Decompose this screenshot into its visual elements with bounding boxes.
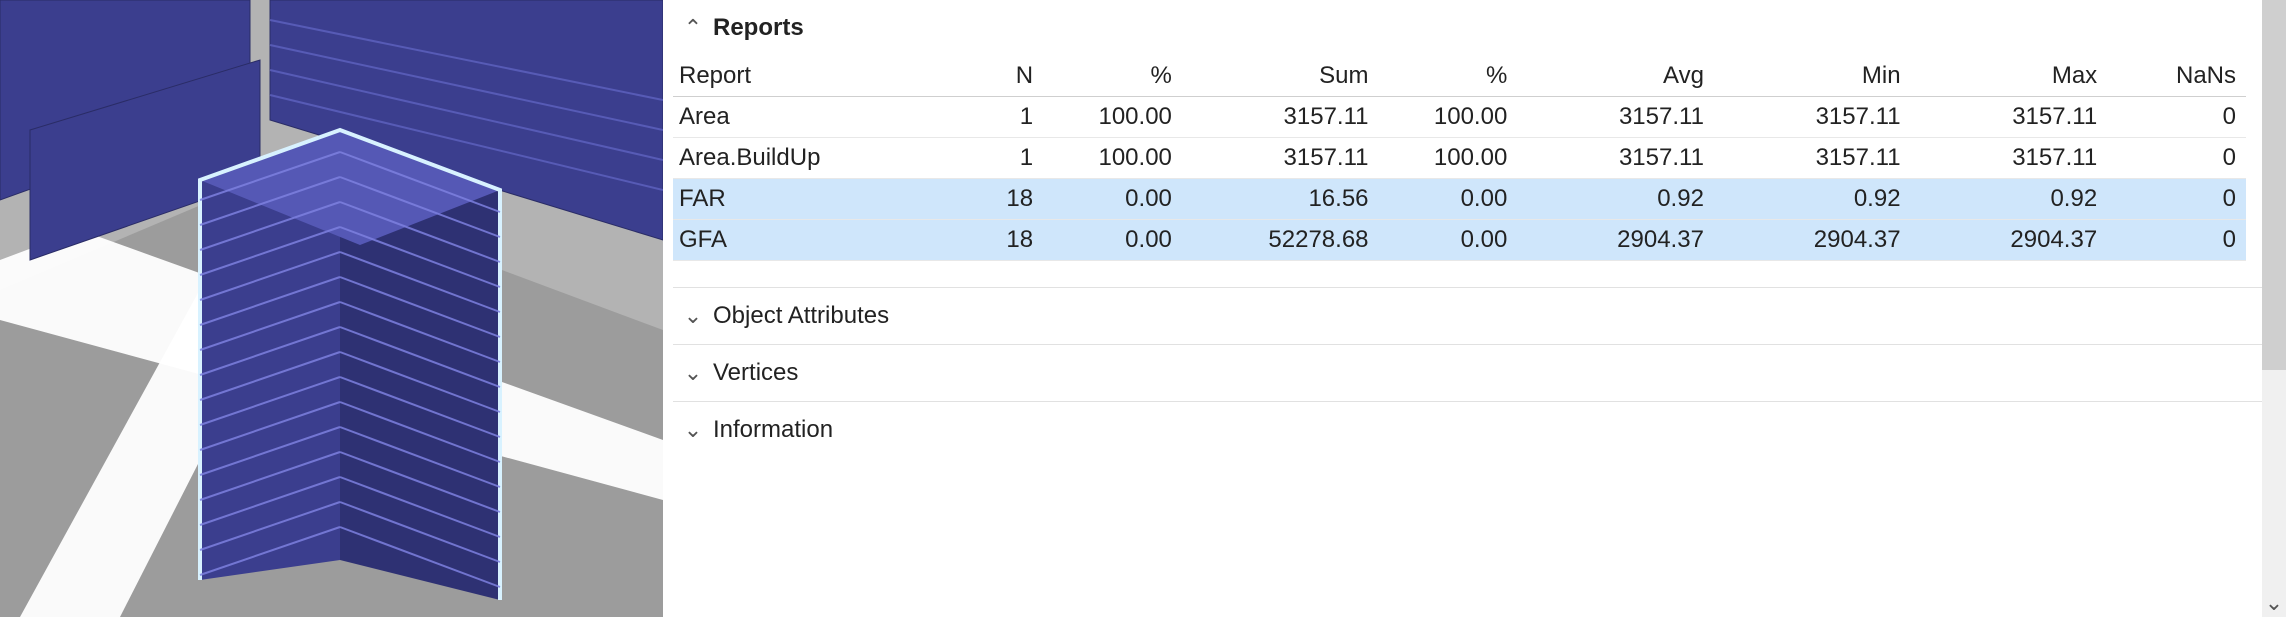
cell-pct2: 100.00 xyxy=(1379,97,1518,138)
cell-sum: 52278.68 xyxy=(1182,220,1379,261)
cell-report: GFA xyxy=(673,220,939,261)
col-pct2[interactable]: % xyxy=(1379,56,1518,97)
section-title-reports: Reports xyxy=(713,14,804,42)
section-header-object-attributes[interactable]: ⌄ Object Attributes xyxy=(673,288,2286,344)
cell-min: 3157.11 xyxy=(1714,97,1911,138)
table-row[interactable]: GFA180.0052278.680.002904.372904.372904.… xyxy=(673,220,2246,261)
section-information: ⌄ Information xyxy=(673,402,2286,458)
col-report[interactable]: Report xyxy=(673,56,939,97)
section-title-vertices: Vertices xyxy=(713,359,798,387)
cell-max: 2904.37 xyxy=(1911,220,2108,261)
panel-scrollbar[interactable]: ⌄ xyxy=(2262,0,2286,617)
reports-table: Report N % Sum % Avg Min Max NaNs Area11… xyxy=(673,56,2246,261)
cell-pct1: 0.00 xyxy=(1043,220,1182,261)
cell-nans: 0 xyxy=(2107,179,2246,220)
col-n[interactable]: N xyxy=(939,56,1043,97)
selected-building xyxy=(200,130,500,600)
col-pct1[interactable]: % xyxy=(1043,56,1182,97)
section-title-object-attributes: Object Attributes xyxy=(713,302,889,330)
cell-min: 0.92 xyxy=(1714,179,1911,220)
chevron-down-icon: ⌄ xyxy=(679,360,707,386)
cell-max: 3157.11 xyxy=(1911,138,2108,179)
col-max[interactable]: Max xyxy=(1911,56,2108,97)
cell-n: 1 xyxy=(939,138,1043,179)
viewport-3d[interactable] xyxy=(0,0,663,617)
cell-avg: 0.92 xyxy=(1517,179,1714,220)
cell-avg: 2904.37 xyxy=(1517,220,1714,261)
cell-nans: 0 xyxy=(2107,138,2246,179)
cell-pct1: 100.00 xyxy=(1043,138,1182,179)
section-object-attributes: ⌄ Object Attributes xyxy=(673,288,2286,345)
col-avg[interactable]: Avg xyxy=(1517,56,1714,97)
section-vertices: ⌄ Vertices xyxy=(673,345,2286,402)
col-min[interactable]: Min xyxy=(1714,56,1911,97)
chevron-up-icon: ⌃ xyxy=(679,15,707,41)
cell-report: FAR xyxy=(673,179,939,220)
cell-sum: 16.56 xyxy=(1182,179,1379,220)
cell-min: 3157.11 xyxy=(1714,138,1911,179)
chevron-down-icon: ⌄ xyxy=(679,417,707,443)
section-title-information: Information xyxy=(713,416,833,444)
cell-pct2: 0.00 xyxy=(1379,220,1518,261)
cell-pct2: 100.00 xyxy=(1379,138,1518,179)
viewport-illustration xyxy=(0,0,663,617)
cell-report: Area.BuildUp xyxy=(673,138,939,179)
section-header-reports[interactable]: ⌃ Reports xyxy=(673,0,2286,56)
cell-n: 18 xyxy=(939,179,1043,220)
chevron-down-icon: ⌄ xyxy=(679,303,707,329)
col-nans[interactable]: NaNs xyxy=(2107,56,2246,97)
cell-n: 1 xyxy=(939,97,1043,138)
table-row[interactable]: Area1100.003157.11100.003157.113157.1131… xyxy=(673,97,2246,138)
cell-pct2: 0.00 xyxy=(1379,179,1518,220)
reports-header-row: Report N % Sum % Avg Min Max NaNs xyxy=(673,56,2246,97)
col-sum[interactable]: Sum xyxy=(1182,56,1379,97)
cell-avg: 3157.11 xyxy=(1517,138,1714,179)
cell-nans: 0 xyxy=(2107,97,2246,138)
cell-avg: 3157.11 xyxy=(1517,97,1714,138)
cell-max: 3157.11 xyxy=(1911,97,2108,138)
table-row[interactable]: Area.BuildUp1100.003157.11100.003157.113… xyxy=(673,138,2246,179)
scroll-down-icon[interactable]: ⌄ xyxy=(2262,589,2286,617)
cell-report: Area xyxy=(673,97,939,138)
cell-sum: 3157.11 xyxy=(1182,138,1379,179)
section-header-vertices[interactable]: ⌄ Vertices xyxy=(673,345,2286,401)
cell-max: 0.92 xyxy=(1911,179,2108,220)
inspector-panel: ⌃ Reports Report N % Sum % Avg Mi xyxy=(663,0,2286,617)
cell-pct1: 100.00 xyxy=(1043,97,1182,138)
cell-n: 18 xyxy=(939,220,1043,261)
panel-scrollbar-thumb[interactable] xyxy=(2262,0,2286,370)
section-header-information[interactable]: ⌄ Information xyxy=(673,402,2286,458)
cell-pct1: 0.00 xyxy=(1043,179,1182,220)
cell-nans: 0 xyxy=(2107,220,2246,261)
section-reports: ⌃ Reports Report N % Sum % Avg Mi xyxy=(673,0,2286,288)
cell-sum: 3157.11 xyxy=(1182,97,1379,138)
cell-min: 2904.37 xyxy=(1714,220,1911,261)
table-row[interactable]: FAR180.0016.560.000.920.920.920 xyxy=(673,179,2246,220)
